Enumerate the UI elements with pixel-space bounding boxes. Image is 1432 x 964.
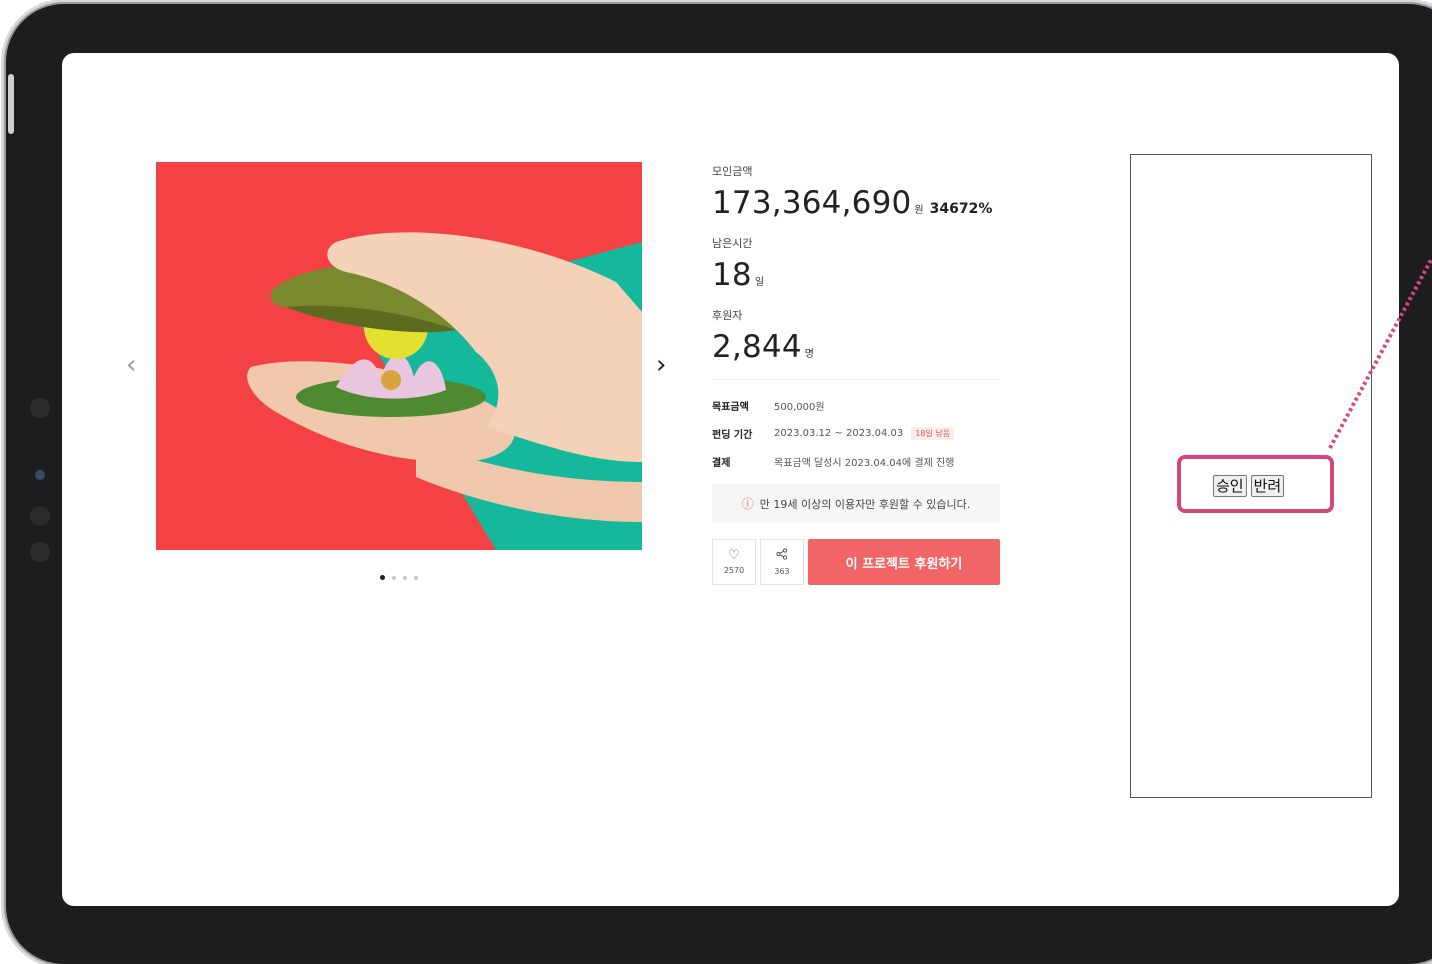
- camera-icon: [30, 398, 50, 418]
- product-photo-illustration: [156, 162, 642, 550]
- reject-button[interactable]: 반려: [1250, 475, 1285, 497]
- review-button-group: 승인 반려: [1213, 475, 1285, 497]
- carousel-dot[interactable]: [414, 575, 418, 580]
- heart-icon: ♡: [728, 548, 740, 564]
- backers-block: 후원자 2,844 명: [712, 307, 1000, 365]
- age-notice-text: 만 19세 이상의 이용자만 후원할 수 있습니다.: [759, 497, 971, 511]
- raised-value: 173,364,690: [712, 185, 912, 221]
- share-icon: [776, 548, 788, 564]
- period-row: 펀딩 기간 2023.03.12 ~ 2023.04.03 18일 남음: [712, 426, 1000, 441]
- sensor-icon: [30, 542, 50, 562]
- share-button[interactable]: 363: [760, 539, 804, 585]
- carousel-dot[interactable]: [392, 575, 396, 580]
- carousel-next-arrow-icon[interactable]: ›: [656, 352, 666, 378]
- remaining-value: 18: [712, 257, 752, 293]
- remaining-unit: 일: [754, 277, 765, 288]
- raised-unit: 원: [914, 205, 924, 216]
- back-project-button[interactable]: 이 프로젝트 후원하기: [808, 539, 1000, 585]
- days-left-badge: 18일 남음: [911, 427, 955, 440]
- info-circle-icon: ⓘ: [741, 497, 754, 511]
- approve-button[interactable]: 승인: [1213, 475, 1247, 497]
- action-bar: ♡ 2570 363 이 프로젝트 후원하기: [712, 539, 1000, 585]
- funding-info: 모인금액 173,364,690 원 34672% 남은시간 18 일 후원자 2,8…: [712, 163, 1000, 585]
- share-count: 363: [774, 566, 790, 576]
- backers-unit: 명: [804, 349, 814, 360]
- raised-amount-block: 모인금액 173,364,690 원 34672%: [712, 163, 1000, 221]
- camera-icon: [35, 470, 45, 480]
- raised-label: 모인금액: [712, 165, 753, 178]
- backers-label: 후원자: [712, 309, 743, 322]
- goal-row: 목표금액 500,000원: [712, 398, 1000, 413]
- like-button[interactable]: ♡ 2570: [712, 539, 756, 585]
- carousel-dot[interactable]: [380, 575, 385, 580]
- tablet-screen: ‹ › 모인금액 173,364,690 원 34672% 남은시간 18 일 …: [62, 53, 1399, 906]
- payment-key: 결제: [712, 458, 731, 469]
- raised-percent: 34672%: [929, 201, 993, 217]
- like-count: 2570: [723, 565, 745, 575]
- goal-key: 목표금액: [712, 402, 749, 413]
- divider: [712, 379, 1000, 380]
- power-button: [8, 74, 14, 134]
- backers-value: 2,844: [712, 329, 802, 365]
- age-notice: ⓘ 만 19세 이상의 이용자만 후원할 수 있습니다.: [712, 484, 1000, 523]
- period-value: 2023.03.12 ~ 2023.04.03: [774, 428, 904, 439]
- carousel-prev-arrow-icon[interactable]: ‹: [126, 352, 136, 378]
- sensor-icon: [30, 506, 50, 526]
- carousel-indicator: [380, 575, 418, 580]
- product-image: [156, 162, 642, 550]
- payment-value: 목표금액 달성시 2023.04.04에 결제 진행: [774, 458, 955, 469]
- carousel-dot[interactable]: [403, 575, 407, 580]
- remaining-time-block: 남은시간 18 일: [712, 235, 1000, 293]
- period-key: 펀딩 기간: [712, 430, 753, 441]
- remaining-label: 남은시간: [712, 237, 753, 250]
- goal-value: 500,000원: [774, 402, 825, 413]
- payment-row: 결제 목표금액 달성시 2023.04.04에 결제 진행: [712, 454, 1000, 469]
